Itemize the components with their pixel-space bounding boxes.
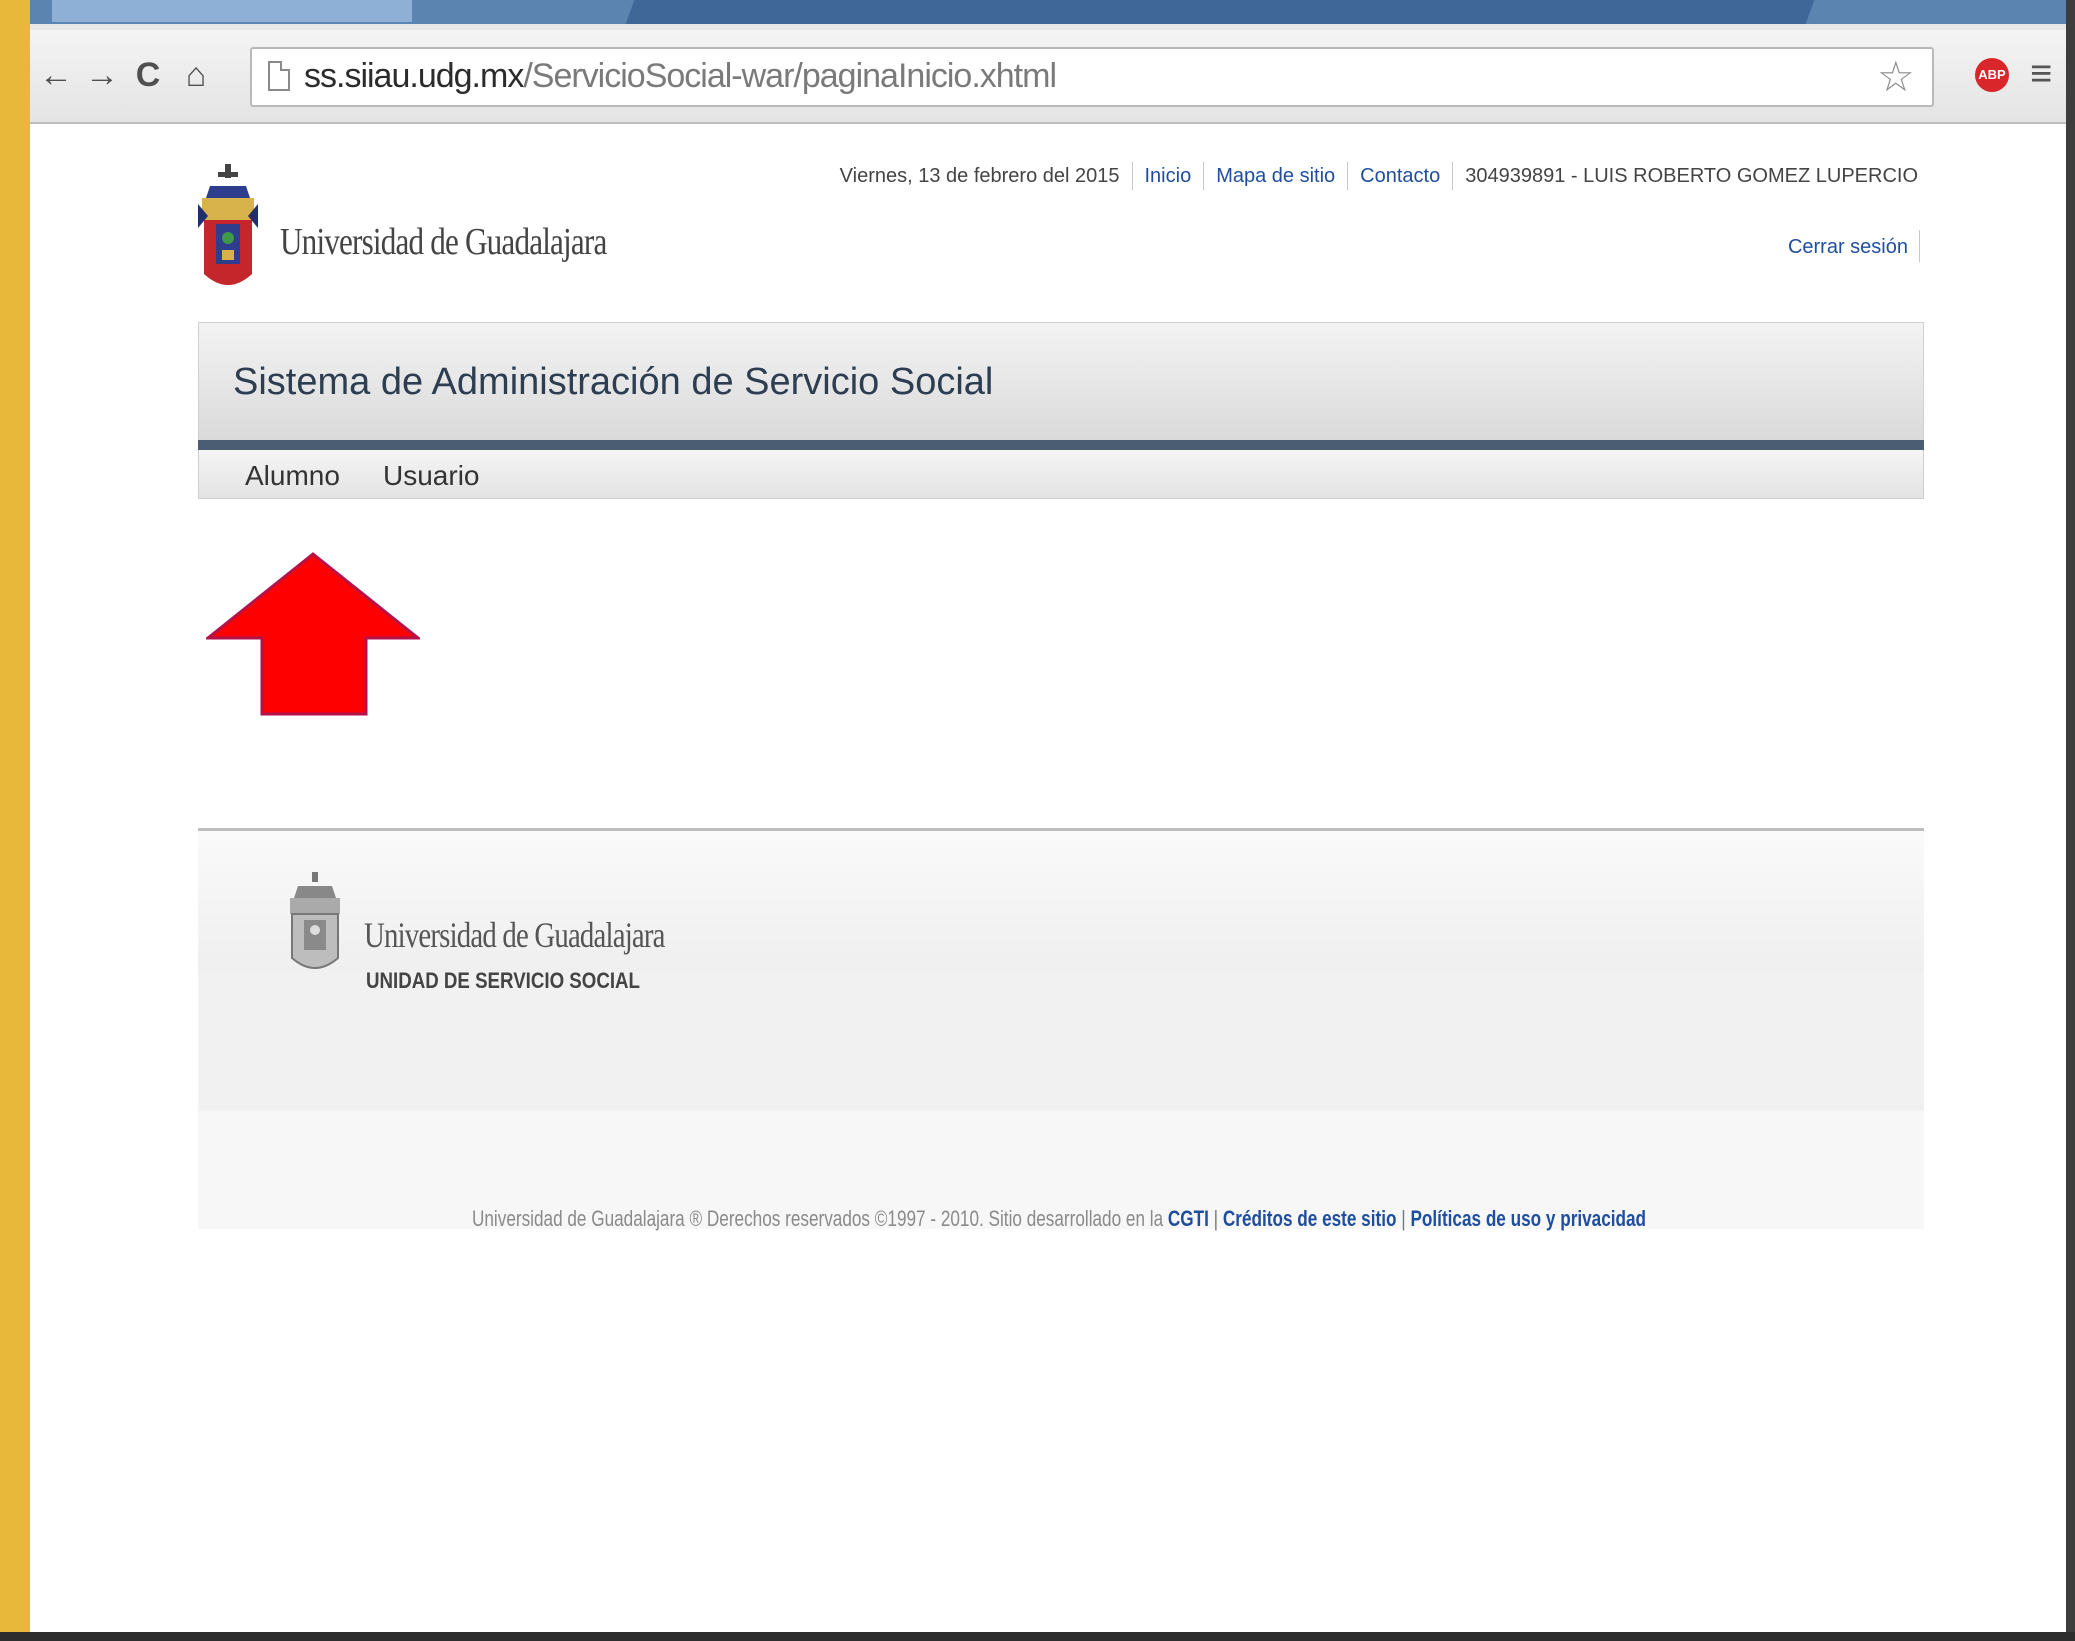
separator [1347,162,1349,190]
address-bar[interactable]: ss.siiau.udg.mx/ServicioSocial-war/pagin… [250,47,1934,107]
page-viewport: Universidad de Guadalajara Viernes, 13 d… [30,124,2066,1632]
system-banner: Sistema de Administración de Servicio So… [198,322,1924,441]
separator [1919,230,1920,262]
browser-toolbar: ← → C ⌂ ss.siiau.udg.mx/ServicioSocial-w… [30,30,2066,124]
browser-menu-icon[interactable]: ≡ [2030,54,2052,94]
url-text[interactable]: ss.siiau.udg.mx/ServicioSocial-war/pagin… [304,57,1057,96]
browser-tab-strip [30,0,2066,30]
red-up-arrow [206,552,420,716]
university-title: Universidad de Guadalajara [280,221,607,263]
separator: | [1213,1206,1219,1231]
reload-icon[interactable]: C [128,54,168,96]
home-icon[interactable]: ⌂ [176,54,216,96]
footer-unit-name: UNIDAD DE SERVICIO SOCIAL [366,968,640,993]
university-crest-logo [198,164,258,285]
separator [1203,162,1205,190]
top-links: Viernes, 13 de febrero del 2015 Inicio M… [840,162,1918,190]
browser-tab[interactable] [625,0,1815,24]
logout-link[interactable]: Cerrar sesión [1788,236,1908,259]
link-creditos[interactable]: Créditos de este sitio [1223,1206,1397,1231]
copyright-text: Universidad de Guadalajara ® Derechos re… [472,1206,1164,1231]
system-title: Sistema de Administración de Servicio So… [233,361,994,403]
banner-rule [198,440,1924,450]
link-politicas[interactable]: Políticas de uso y privacidad [1410,1206,1646,1231]
link-cgti[interactable]: CGTI [1168,1206,1209,1231]
footer-crest-logo [290,872,340,969]
menu-item-usuario[interactable]: Usuario [383,460,479,492]
footer-university-title: Universidad de Guadalajara [364,915,665,955]
link-mapa-de-sitio[interactable]: Mapa de sitio [1216,165,1335,188]
adblock-icon[interactable]: ABP [1975,58,2009,92]
separator [1452,162,1454,190]
url-path: /ServicioSocial-war/paginaInicio.xhtml [523,57,1057,95]
slide-frame-bottom [0,1632,2075,1641]
main-menu: Alumno Usuario [198,450,1924,499]
user-info: 304939891 - LUIS ROBERTO GOMEZ LUPERCIO [1465,164,1918,187]
browser-tab-active[interactable] [52,0,412,22]
back-arrow-icon[interactable]: ← [36,54,76,96]
link-contacto[interactable]: Contacto [1360,165,1440,188]
url-host: ss.siiau.udg.mx [304,57,524,95]
copyright-line: Universidad de Guadalajara ® Derechos re… [472,1206,1646,1232]
bookmark-star-icon[interactable]: ☆ [1877,53,1915,101]
separator: | [1401,1206,1406,1231]
separator [1131,162,1133,190]
slide-frame-right [2066,0,2075,1641]
current-date: Viernes, 13 de febrero del 2015 [839,164,1120,187]
menu-item-alumno[interactable]: Alumno [245,460,340,492]
slide-frame-left [0,0,30,1641]
forward-arrow-icon[interactable]: → [82,54,122,96]
page-icon [268,61,290,91]
link-inicio[interactable]: Inicio [1145,165,1192,188]
